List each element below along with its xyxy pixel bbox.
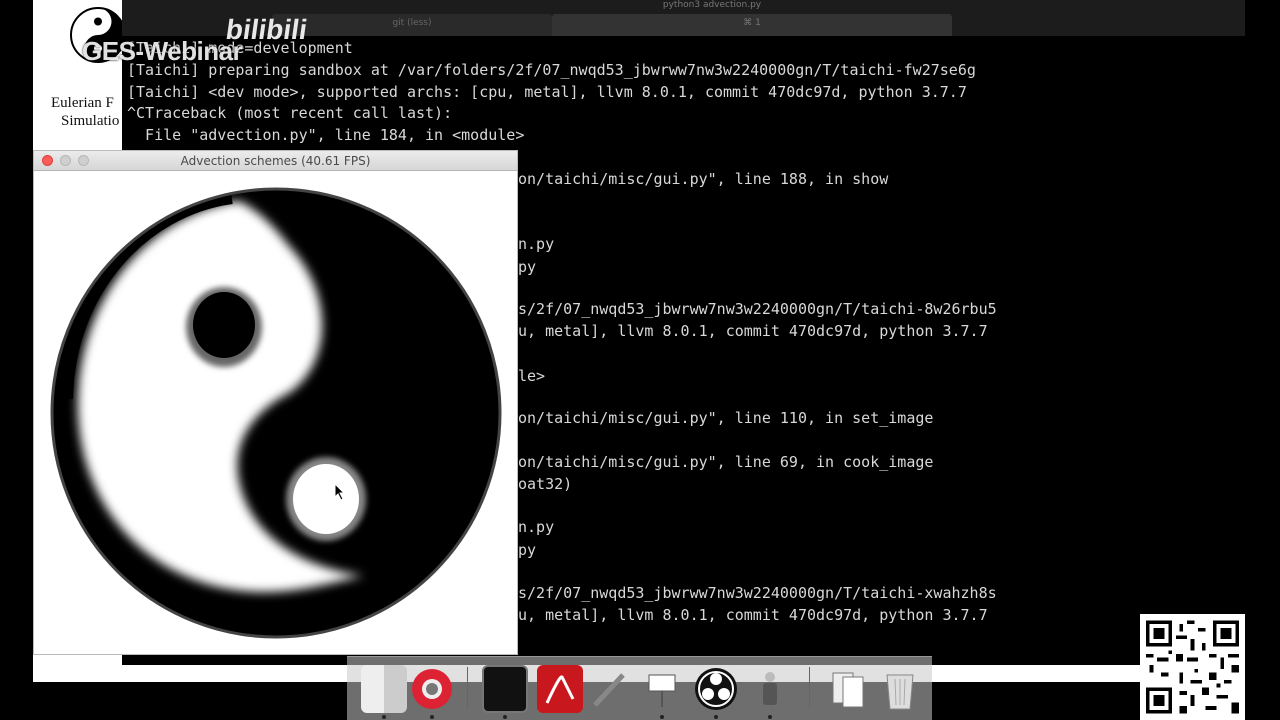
dock-separator (467, 667, 468, 709)
terminal-line: oat32) (518, 475, 573, 493)
advection-canvas[interactable] (34, 171, 517, 654)
terminal-line: s/2f/07_nwqd53_jbwrww7nw3w2240000gn/T/ta… (518, 584, 997, 602)
pencil-icon[interactable] (587, 665, 633, 713)
terminal-tab-python[interactable]: ⌘ 1 (552, 14, 952, 36)
slide-title-line-1: Eulerian F (51, 95, 114, 111)
running-indicator (430, 715, 434, 719)
terminal-line: n.py (518, 235, 555, 253)
acrobat-icon[interactable] (537, 665, 583, 713)
webinar-watermark: GES-Webinar (82, 36, 243, 66)
terminal-line: [Taichi] <dev mode>, supported archs: [c… (127, 83, 967, 101)
terminal-line: on/taichi/misc/gui.py", line 110, in set… (518, 409, 934, 427)
terminal-line: File "advection.py", line 184, in <modul… (127, 126, 525, 144)
finder-icon[interactable] (361, 665, 407, 713)
gui-titlebar[interactable]: Advection schemes (40.61 FPS) (34, 151, 517, 171)
terminal-line: on/taichi/misc/gui.py", line 188, in sho… (518, 170, 889, 188)
running-indicator (503, 715, 507, 719)
chrome-icon[interactable] (409, 665, 455, 713)
terminal-line: py (518, 258, 537, 276)
terminal-icon[interactable] (482, 665, 528, 713)
dock-separator (809, 667, 810, 709)
terminal-tab-git[interactable]: git (less) (272, 14, 552, 36)
trash-icon[interactable] (877, 665, 923, 713)
dock[interactable] (347, 656, 932, 720)
slide-title: Eulerian F Simulatio (51, 94, 123, 130)
terminal-line: n.py (518, 518, 555, 536)
qr-code-image (1146, 620, 1239, 714)
running-indicator (714, 715, 718, 719)
running-indicator (382, 715, 386, 719)
advection-gui-window[interactable]: Advection schemes (40.61 FPS) (33, 150, 518, 655)
terminal-line: le> (518, 367, 546, 385)
letterbox-left (0, 0, 33, 720)
terminal-line: s/2f/07_nwqd53_jbwrww7nw3w2240000gn/T/ta… (518, 300, 997, 318)
app-icon[interactable] (747, 665, 793, 713)
keynote-icon[interactable] (639, 665, 685, 713)
slide-title-line-2: Simulatio (61, 113, 120, 129)
obs-icon[interactable] (693, 665, 739, 713)
terminal-title: python3 advection.py (662, 0, 762, 10)
bilibili-watermark: bilibili (223, 14, 310, 45)
running-indicator (768, 715, 772, 719)
terminal-line: u, metal], llvm 8.0.1, commit 470dc97d, … (518, 606, 988, 624)
terminal-line: [Taichi] preparing sandbox at /var/folde… (127, 61, 976, 79)
running-indicator (660, 715, 664, 719)
qr-code (1140, 614, 1245, 720)
letterbox-right (1245, 0, 1280, 720)
terminal-line: py (518, 541, 537, 559)
terminal-line: u, metal], llvm 8.0.1, commit 470dc97d, … (518, 322, 988, 340)
terminal-line: ^CTraceback (most recent call last): (127, 104, 453, 122)
gui-window-title: Advection schemes (40.61 FPS) (180, 154, 371, 168)
terminal-line: on/taichi/misc/gui.py", line 69, in cook… (518, 453, 934, 471)
documents-icon[interactable] (825, 665, 871, 713)
mouse-cursor-icon (334, 483, 346, 501)
